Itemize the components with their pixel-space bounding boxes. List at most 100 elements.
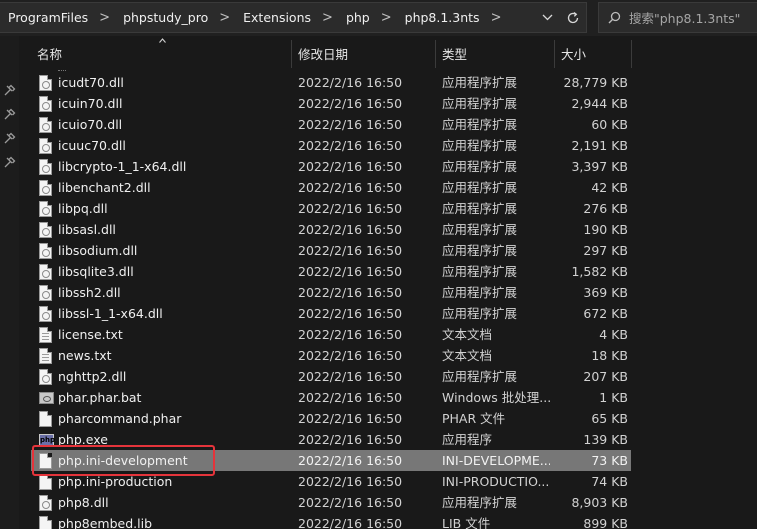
file-row[interactable]: phar.phar.bat 2022/2/16 16:50 Windows 批处理.… — [31, 387, 631, 408]
file-row[interactable]: nghttp2.dll 2022/2/16 16:50 应用程序扩展 207 KB — [31, 366, 631, 387]
breadcrumb-item-extensions[interactable]: Extensions — [235, 10, 317, 25]
file-row[interactable]: php.exe2022/2/16 16:50应用程序139 KB — [31, 429, 631, 450]
file-modified-date: 2022/2/16 16:50 — [298, 411, 403, 426]
file-modified-date: 2022/2/16 16:50 — [298, 138, 403, 153]
file-row[interactable]: libsodium.dll 2022/2/16 16:50 应用程序扩展 297 KB — [31, 240, 631, 261]
dll-icon — [39, 243, 53, 259]
dll-icon — [39, 138, 53, 154]
file-row[interactable]: libcrypto-1_1-x64.dll 2022/2/16 16:50 应用程序… — [31, 156, 631, 177]
file-size: 65 KB — [591, 411, 628, 426]
file-row[interactable]: icuio70.dll 2022/2/16 16:50 应用程序扩展 60 KB — [31, 114, 631, 135]
php-exe-icon — [39, 432, 54, 448]
blank-file-icon — [39, 453, 53, 469]
dll-icon — [39, 222, 53, 238]
file-name: php8.dll — [58, 495, 109, 510]
file-modified-date: 2022/2/16 16:50 — [298, 495, 403, 510]
file-size: 276 KB — [583, 201, 628, 216]
chevron-down-icon[interactable] — [534, 3, 560, 32]
file-row[interactable]: license.txt 2022/2/16 16:50 文本文档 4 KB — [31, 324, 631, 345]
file-size: 73 KB — [591, 453, 628, 468]
file-modified-date: 2022/2/16 16:50 — [298, 348, 403, 363]
file-size: 139 KB — [583, 432, 628, 447]
dll-icon — [39, 201, 53, 217]
column-size[interactable]: 大小 — [555, 36, 631, 70]
file-size: 207 KB — [583, 369, 628, 384]
pin-icon[interactable] — [2, 84, 16, 98]
file-modified-date: 2022/2/16 16:50 — [298, 285, 403, 300]
file-name: pharcommand.phar — [58, 411, 182, 426]
file-modified-date: 2022/2/16 16:50 — [298, 306, 403, 321]
pin-icon[interactable] — [2, 132, 16, 146]
file-size: 297 KB — [583, 243, 628, 258]
breadcrumb-separator-icon[interactable]: > — [214, 9, 235, 26]
file-size: 899 KB — [583, 516, 628, 529]
breadcrumb-item-programfiles[interactable]: ProgramFiles — [0, 10, 94, 25]
file-list[interactable]: icudt70.dll 2022/2/16 16:50 应用程序扩展 28,779 K… — [19, 70, 757, 529]
dll-icon — [39, 264, 53, 280]
address-bar[interactable]: ProgramFiles > phpstudy_pro > Extensions… — [0, 2, 587, 33]
file-row[interactable]: php8.dll 2022/2/16 16:50 应用程序扩展 8,903 KB — [31, 492, 631, 513]
blank-file-icon — [39, 411, 53, 427]
pin-icon[interactable] — [2, 108, 16, 122]
file-name: license.txt — [58, 327, 123, 342]
file-name: icuuc70.dll — [58, 138, 126, 153]
file-size: 4 KB — [599, 327, 628, 342]
file-row[interactable]: php8embed.lib 2022/2/16 16:50 LIB 文件 899 KB — [31, 513, 631, 529]
breadcrumb-separator-icon[interactable]: > — [94, 9, 115, 26]
file-row[interactable]: php.ini-production 2022/2/16 16:50 INI-PRO… — [31, 471, 631, 492]
column-date[interactable]: 修改日期 — [292, 36, 435, 70]
dll-icon — [39, 495, 53, 511]
file-row[interactable]: php.ini-development 2022/2/16 16:50 INI-DE… — [31, 450, 631, 471]
file-row[interactable]: icuin70.dll 2022/2/16 16:50 应用程序扩展 2,944 KB — [31, 93, 631, 114]
navigation-pane-edge[interactable] — [0, 36, 19, 529]
file-size: 190 KB — [583, 222, 628, 237]
file-row[interactable]: libsqlite3.dll 2022/2/16 16:50 应用程序扩展 1,582… — [31, 261, 631, 282]
file-name: nghttp2.dll — [58, 369, 127, 384]
breadcrumb-item-phpstudy-pro[interactable]: phpstudy_pro — [115, 10, 214, 25]
file-row[interactable]: libssh2.dll 2022/2/16 16:50 应用程序扩展 369 KB — [31, 282, 631, 303]
search-icon — [599, 11, 629, 24]
breadcrumb-separator-icon[interactable]: > — [486, 9, 507, 26]
dll-icon — [39, 285, 53, 301]
column-name[interactable]: 名称 — [31, 36, 291, 70]
column-type[interactable]: 类型 — [436, 36, 554, 70]
dll-icon — [39, 117, 53, 133]
file-row[interactable]: libenchant2.dll 2022/2/16 16:50 应用程序扩展 42 K… — [31, 177, 631, 198]
file-modified-date: 2022/2/16 16:50 — [298, 453, 403, 468]
refresh-icon[interactable] — [560, 3, 586, 32]
file-modified-date: 2022/2/16 16:50 — [298, 117, 403, 132]
file-row[interactable]: news.txt 2022/2/16 16:50 文本文档 18 KB — [31, 345, 631, 366]
file-name: php.ini-development — [58, 453, 188, 468]
breadcrumb-item-php[interactable]: php — [338, 10, 376, 25]
file-name: libsasl.dll — [58, 222, 116, 237]
dll-icon — [39, 369, 53, 385]
breadcrumb: ProgramFiles > phpstudy_pro > Extensions… — [0, 3, 506, 32]
file-modified-date: 2022/2/16 16:50 — [298, 369, 403, 384]
file-row[interactable]: libssl-1_1-x64.dll 2022/2/16 16:50 应用程序扩展 6… — [31, 303, 631, 324]
file-modified-date: 2022/2/16 16:50 — [298, 96, 403, 111]
file-size: 1 KB — [599, 390, 628, 405]
file-row[interactable]: icudt70.dll 2022/2/16 16:50 应用程序扩展 28,779 K… — [31, 72, 631, 93]
text-file-icon — [39, 327, 53, 343]
file-size: 60 KB — [591, 117, 628, 132]
file-size: 2,944 KB — [571, 96, 628, 111]
file-name: phar.phar.bat — [58, 390, 142, 405]
breadcrumb-separator-icon[interactable]: > — [317, 9, 338, 26]
file-size: 42 KB — [591, 180, 628, 195]
pin-icon[interactable] — [2, 156, 16, 170]
file-modified-date: 2022/2/16 16:50 — [298, 327, 403, 342]
file-row[interactable]: icuuc70.dll 2022/2/16 16:50 应用程序扩展 2,191 KB — [31, 135, 631, 156]
search-input[interactable]: 搜索"php8.1.3nts" — [598, 2, 757, 33]
file-modified-date: 2022/2/16 16:50 — [298, 222, 403, 237]
file-name: icuin70.dll — [58, 96, 123, 111]
file-row[interactable]: libpq.dll 2022/2/16 16:50 应用程序扩展 276 KB — [31, 198, 631, 219]
file-name: icudt70.dll — [58, 75, 124, 90]
column-divider[interactable] — [631, 40, 632, 68]
breadcrumb-item-php8-1-3nts[interactable]: php8.1.3nts — [397, 10, 486, 25]
breadcrumb-separator-icon[interactable]: > — [376, 9, 397, 26]
file-row[interactable]: libsasl.dll 2022/2/16 16:50 应用程序扩展 190 KB — [31, 219, 631, 240]
file-name: php.ini-production — [58, 474, 173, 489]
file-size: 2,191 KB — [571, 138, 628, 153]
file-modified-date: 2022/2/16 16:50 — [298, 432, 403, 447]
file-row[interactable]: pharcommand.phar 2022/2/16 16:50 PHAR 文件 65… — [31, 408, 631, 429]
